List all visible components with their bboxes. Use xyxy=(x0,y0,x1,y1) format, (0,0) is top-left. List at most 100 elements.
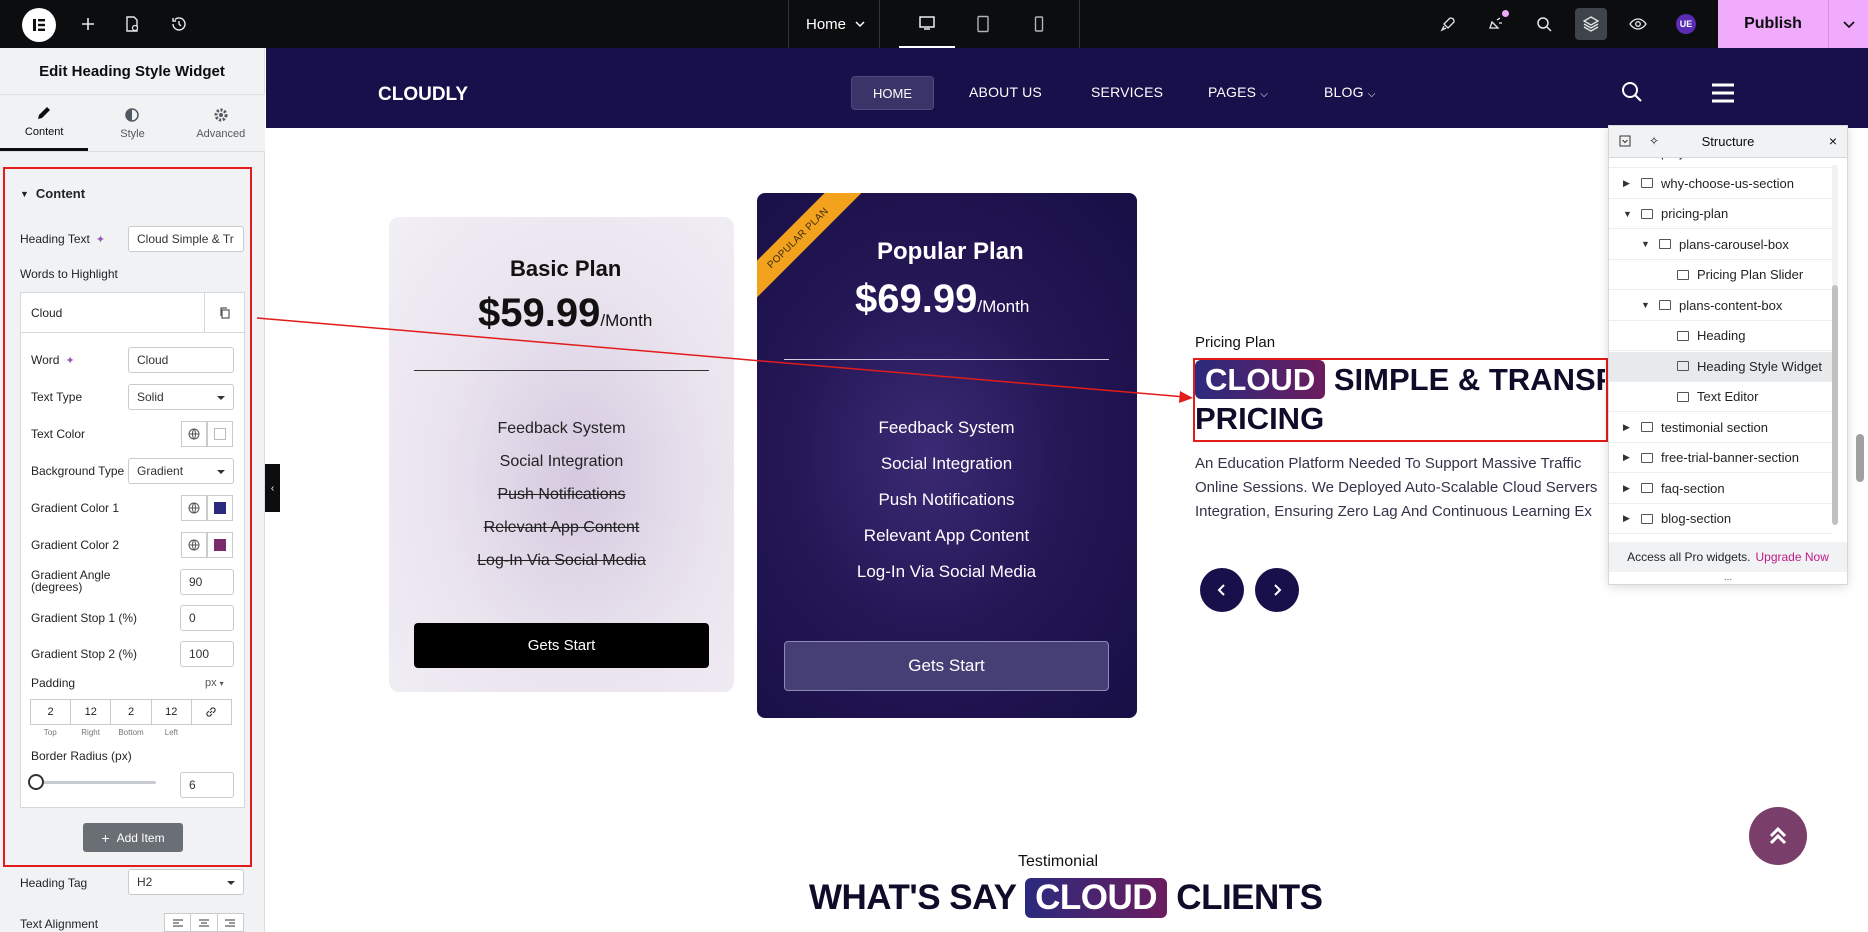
slider-next-button[interactable] xyxy=(1255,568,1299,612)
padding-bottom-label: Bottom xyxy=(118,728,144,737)
structure-item-label: blog-section xyxy=(1661,511,1732,526)
close-icon[interactable]: × xyxy=(1829,133,1837,149)
tab-advanced[interactable]: Advanced xyxy=(177,95,265,151)
add-element-icon[interactable] xyxy=(72,8,104,40)
tab-style[interactable]: Style xyxy=(88,95,176,151)
structure-item[interactable]: ▶ testimonial section xyxy=(1609,413,1833,443)
align-left-icon[interactable] xyxy=(165,914,192,931)
border-radius-slider-handle[interactable] xyxy=(28,774,44,790)
desktop-view-button[interactable] xyxy=(899,0,955,48)
page-selector[interactable]: Home xyxy=(806,0,866,48)
structure-footer: Access all Pro widgets. Upgrade Now xyxy=(1609,542,1847,572)
collapse-all-icon[interactable] xyxy=(1619,135,1631,150)
caret-down-icon[interactable]: ▼ xyxy=(1641,300,1650,310)
align-right-icon[interactable] xyxy=(218,914,243,931)
layers-icon[interactable] xyxy=(1575,8,1607,40)
caret-down-icon[interactable]: ▼ xyxy=(1641,239,1650,249)
rocket-icon[interactable] xyxy=(1432,8,1464,40)
content-section-toggle[interactable]: ▼ Content xyxy=(20,186,85,201)
link-values-icon[interactable] xyxy=(192,700,231,724)
structure-item[interactable]: Heading xyxy=(1609,321,1833,351)
container-icon xyxy=(1641,513,1653,524)
caret-right-icon[interactable]: ▶ xyxy=(1623,422,1630,433)
padding-top-input[interactable]: 2 xyxy=(31,700,72,724)
upgrade-now-link[interactable]: Upgrade Now xyxy=(1756,550,1829,564)
panel-tabs: Content Style Advanced xyxy=(0,94,265,152)
slider-prev-button[interactable] xyxy=(1200,568,1244,612)
border-radius-input[interactable]: 6 xyxy=(180,772,234,798)
pro-widgets-text: Access all Pro widgets. xyxy=(1627,550,1751,564)
ai-navigator-icon[interactable]: ✧ xyxy=(1649,134,1659,148)
structure-scrollbar-thumb[interactable] xyxy=(1832,285,1838,525)
tablet-view-button[interactable] xyxy=(955,0,1011,48)
structure-item[interactable]: ▼ plans-content-box xyxy=(1609,291,1833,321)
structure-item-label: project-section xyxy=(1661,158,1746,160)
basic-divider xyxy=(414,370,709,371)
structure-item[interactable]: ▼ plans-carousel-box xyxy=(1609,230,1833,260)
caret-right-icon[interactable]: ▶ xyxy=(1623,452,1630,463)
nav-item-pages[interactable]: PAGES ⌵ xyxy=(1208,84,1268,100)
padding-right-input[interactable]: 12 xyxy=(71,700,112,724)
testimonial-heading: WHAT'S SAY CLOUD CLIENTS xyxy=(809,878,1323,918)
nav-item-blog[interactable]: BLOG ⌵ xyxy=(1324,84,1376,100)
publish-options-button[interactable] xyxy=(1828,0,1868,48)
structure-header: ✧ Structure × xyxy=(1609,126,1847,158)
structure-item[interactable]: Text Editor xyxy=(1609,382,1833,412)
site-brand-logo[interactable]: CLOUDLY xyxy=(378,84,468,106)
caret-right-icon[interactable]: ▶ xyxy=(1623,178,1630,189)
preview-eye-icon[interactable] xyxy=(1622,8,1654,40)
heading-tag-select[interactable]: H2 xyxy=(128,869,244,895)
heading-tag-label: Heading Tag xyxy=(20,876,88,890)
padding-left-label: Left xyxy=(164,728,179,737)
testimonial-label: Testimonial xyxy=(1018,853,1099,870)
structure-item[interactable]: ▶ blog-section xyxy=(1609,504,1833,534)
popular-plan-button[interactable]: Gets Start xyxy=(784,641,1109,691)
hamburger-menu-icon[interactable] xyxy=(1712,83,1734,106)
basic-plan-button[interactable]: Gets Start xyxy=(414,623,709,668)
basic-feature: Relevant App Content xyxy=(483,519,640,536)
popular-divider xyxy=(784,359,1109,360)
publish-button[interactable]: Publish xyxy=(1718,0,1828,48)
caret-right-icon[interactable]: ▶ xyxy=(1623,513,1630,524)
tab-content[interactable]: Content xyxy=(0,95,89,151)
nav-item-home[interactable]: HOME xyxy=(851,76,934,110)
page-settings-icon[interactable] xyxy=(116,8,148,40)
scroll-to-top-button[interactable] xyxy=(1749,807,1807,865)
padding-left-input[interactable]: 12 xyxy=(152,700,192,724)
structure-item[interactable]: ▼ pricing-plan xyxy=(1609,199,1833,229)
description-line: Integration, Ensuring Zero Lag And Conti… xyxy=(1195,503,1592,520)
widget-icon xyxy=(1677,391,1689,402)
page-scrollbar-thumb[interactable] xyxy=(1856,434,1864,482)
mobile-view-button[interactable] xyxy=(1011,0,1067,48)
page-name: Home xyxy=(806,15,847,33)
align-center-icon[interactable] xyxy=(191,914,218,931)
site-search-icon[interactable] xyxy=(1621,81,1643,106)
nav-item-services[interactable]: SERVICES xyxy=(1091,84,1163,100)
structure-item[interactable]: ▶ faq-section xyxy=(1609,474,1833,504)
user-avatar[interactable]: UE xyxy=(1676,14,1696,34)
container-icon xyxy=(1641,422,1653,432)
structure-item[interactable]: ▶project-section xyxy=(1609,158,1833,168)
caret-right-icon[interactable]: ▶ xyxy=(1623,483,1630,494)
pricing-description: An Education Platform Needed To Support … xyxy=(1195,452,1605,524)
structure-item[interactable]: Pricing Plan Slider xyxy=(1609,260,1833,290)
nav-item-about[interactable]: ABOUT US xyxy=(969,84,1042,100)
structure-item[interactable]: ▶ why-choose-us-section xyxy=(1609,169,1833,199)
collapse-panel-button[interactable]: ‹ xyxy=(265,464,280,512)
pencil-icon xyxy=(38,107,51,119)
chevron-left-icon xyxy=(1217,584,1225,596)
structure-resize-handle[interactable]: ... xyxy=(1609,572,1847,583)
caret-down-icon[interactable]: ▼ xyxy=(1623,209,1632,219)
search-icon[interactable] xyxy=(1528,8,1560,40)
border-radius-slider-track[interactable] xyxy=(34,781,156,784)
add-item-button[interactable]: + Add Item xyxy=(83,823,183,852)
history-icon[interactable] xyxy=(163,8,195,40)
padding-bottom-input[interactable]: 2 xyxy=(111,700,152,724)
selected-widget-outline xyxy=(1193,358,1608,442)
heading-text-input[interactable]: Cloud Simple & Tr xyxy=(128,226,244,252)
structure-item[interactable]: Heading Style Widget xyxy=(1609,351,1833,382)
structure-item[interactable]: ▶ free-trial-banner-section xyxy=(1609,443,1833,473)
elementor-logo-icon[interactable] xyxy=(22,8,56,42)
basic-plan-price: $59.99/Month xyxy=(478,291,652,336)
ai-sparkle-icon[interactable]: ✦ xyxy=(96,233,105,246)
